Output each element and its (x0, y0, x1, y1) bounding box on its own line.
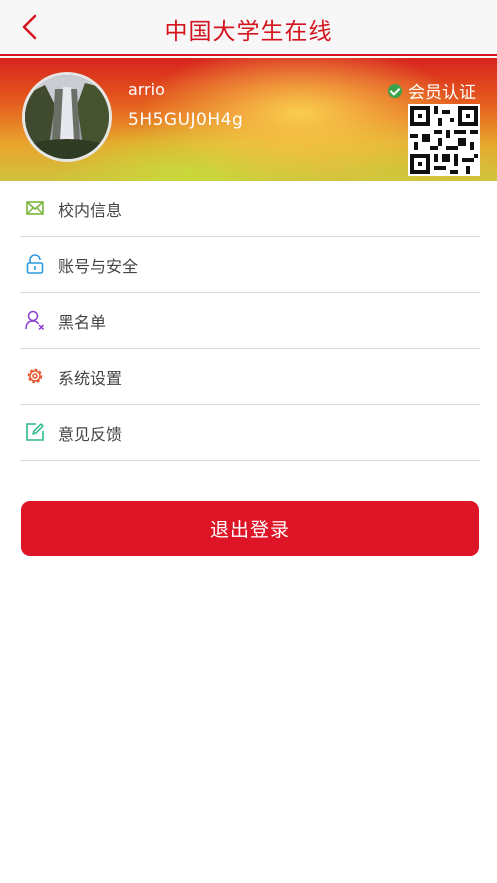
profile-header: arrio 5H5GUJ0H4g 会员认证 (0, 58, 497, 181)
lock-icon (26, 254, 44, 274)
check-circle-icon (388, 83, 402, 98)
logout-button[interactable]: 退出登录 (21, 501, 479, 556)
nav-bar: 中国大学生在线 (0, 0, 497, 56)
mail-icon (26, 201, 44, 215)
gear-icon (27, 368, 43, 384)
menu-item-campus-info[interactable]: 校内信息 (20, 181, 480, 237)
menu-item-system-settings[interactable]: 系统设置 (20, 349, 480, 405)
menu-item-feedback[interactable]: 意见反馈 (20, 405, 480, 461)
menu-item-label: 意见反馈 (58, 425, 123, 444)
edit-icon (26, 423, 44, 441)
menu-item-label: 系统设置 (58, 369, 123, 388)
waterfall-image (25, 75, 109, 159)
menu-item-label: 黑名单 (58, 313, 107, 332)
menu-item-account-security[interactable]: 账号与安全 (20, 237, 480, 293)
page-title: 中国大学生在线 (164, 19, 333, 45)
menu-item-label: 账号与安全 (58, 257, 139, 276)
settings-menu: 校内信息 账号与安全 黑名单 系统设置 意见反馈 (0, 181, 497, 461)
avatar[interactable] (22, 72, 112, 162)
user-id: 5H5GUJ0H4g (128, 110, 244, 130)
menu-item-blacklist[interactable]: 黑名单 (20, 293, 480, 349)
qr-code-icon[interactable] (408, 104, 480, 176)
member-label: 会员认证 (408, 83, 476, 103)
menu-item-label: 校内信息 (58, 201, 123, 220)
member-verification[interactable]: 会员认证 (388, 78, 476, 103)
username: arrio (128, 80, 165, 99)
blacklist-user-icon (25, 310, 45, 330)
